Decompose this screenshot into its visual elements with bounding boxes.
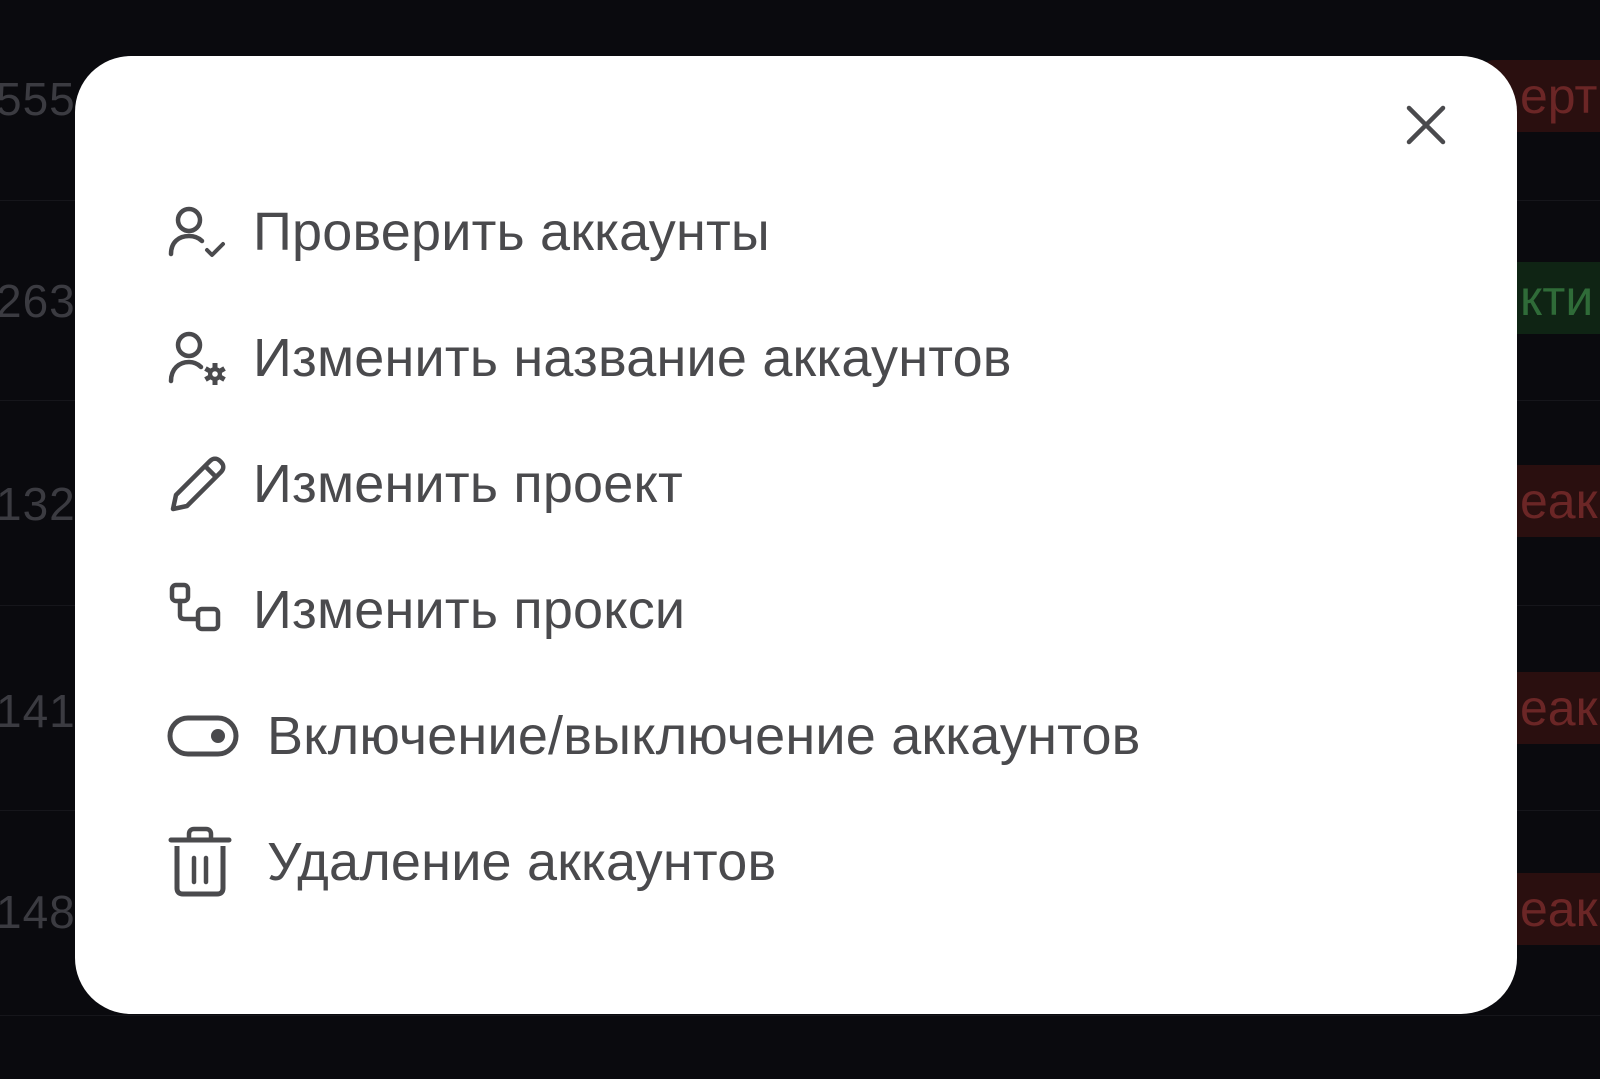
proxy-nodes-icon <box>167 574 239 646</box>
trash-icon <box>167 826 253 898</box>
user-gear-icon <box>167 322 239 394</box>
actions-modal: Проверить аккаунты Изменить название акк… <box>75 56 1517 1014</box>
menu-item-label: Изменить прокси <box>253 580 686 640</box>
menu-item-label: Изменить название аккаунтов <box>253 328 1012 388</box>
menu-item-delete-accounts[interactable]: Удаление аккаунтов <box>167 817 776 907</box>
menu-item-check-accounts[interactable]: Проверить аккаунты <box>167 187 770 277</box>
menu-item-change-proxy[interactable]: Изменить прокси <box>167 565 685 655</box>
menu-item-label: Изменить проект <box>253 454 683 514</box>
row-id: 148 <box>0 886 76 938</box>
menu-item-toggle-accounts[interactable]: Включение/выключение аккаунтов <box>167 691 1141 781</box>
close-icon <box>1406 105 1446 145</box>
menu-item-edit-project[interactable]: Изменить проект <box>167 439 683 529</box>
toggle-icon <box>167 700 253 772</box>
row-id: 141 <box>0 685 76 737</box>
menu-item-label: Удаление аккаунтов <box>267 832 777 892</box>
row-id: 132 <box>0 478 76 530</box>
menu-item-label: Проверить аккаунты <box>253 202 770 262</box>
close-button[interactable] <box>1405 104 1447 146</box>
menu-item-rename-accounts[interactable]: Изменить название аккаунтов <box>167 313 1012 403</box>
screen: 555 ерт 263 кти 132 еак 141 еак 148 еак <box>0 0 1600 1079</box>
row-id: 263 <box>0 275 76 327</box>
pencil-icon <box>167 448 239 520</box>
user-check-icon <box>167 196 239 268</box>
row-id: 555 <box>0 73 76 125</box>
menu-item-label: Включение/выключение аккаунтов <box>267 706 1141 766</box>
